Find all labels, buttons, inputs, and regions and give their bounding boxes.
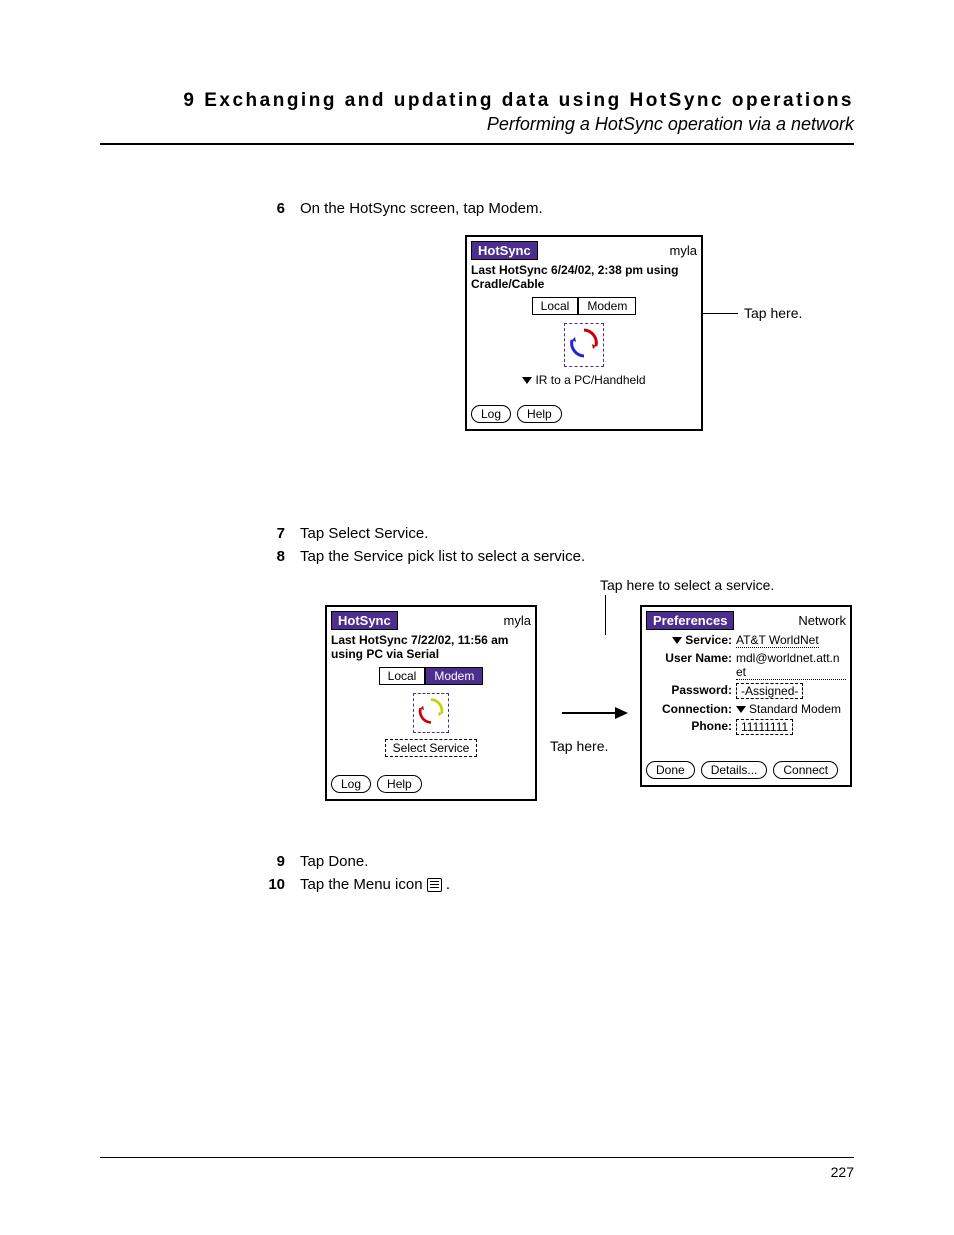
done-button[interactable]: Done — [646, 761, 695, 779]
annotation-select-service: Tap here to select a service. — [600, 577, 774, 593]
section-title: Performing a HotSync operation via a net… — [100, 114, 854, 135]
figure-2: Tap here to select a service. HotSync my… — [100, 583, 854, 823]
app-title: HotSync — [471, 241, 538, 260]
step-number: 6 — [255, 200, 285, 217]
tab-modem[interactable]: Modem — [425, 667, 483, 685]
app-title: HotSync — [331, 611, 398, 630]
hotsync-screen-2: HotSync myla Last HotSync 7/22/02, 11:56… — [325, 605, 537, 801]
annotation-tap-here: Tap here. — [744, 305, 802, 321]
page-header: 9 Exchanging and updating data using Hot… — [100, 90, 854, 145]
step-6: 6 On the HotSync screen, tap Modem. — [255, 200, 854, 217]
chapter-title: 9 Exchanging and updating data using Hot… — [100, 90, 854, 112]
step-text: On the HotSync screen, tap Modem. — [300, 200, 854, 217]
hotsync-icon[interactable] — [471, 323, 697, 367]
hotsync-screen-1: HotSync myla Last HotSync 6/24/02, 2:38 … — [465, 235, 703, 431]
arrow-icon — [560, 703, 630, 723]
callout-line — [605, 595, 606, 635]
user-name: myla — [504, 613, 531, 628]
tab-modem[interactable]: Modem — [578, 297, 636, 315]
sync-tabs: Local Modem — [331, 667, 531, 685]
service-picklist[interactable]: AT&T WorldNet — [736, 633, 819, 648]
connection-picklist[interactable]: IR to a PC/Handheld — [471, 373, 697, 387]
sync-tabs: Local Modem — [471, 297, 697, 315]
hotsync-icon[interactable] — [331, 693, 531, 733]
username-field[interactable]: mdl@worldnet.att.net — [736, 651, 846, 680]
help-button[interactable]: Help — [517, 405, 562, 423]
log-button[interactable]: Log — [471, 405, 511, 423]
username-row: User Name: mdl@worldnet.att.net — [646, 651, 846, 680]
phone-field[interactable]: 11111111 — [736, 719, 793, 735]
connection-row: Connection: Standard Modem — [646, 702, 846, 716]
status-text: Last HotSync 7/22/02, 11:56 am using PC … — [331, 633, 531, 661]
preferences-screen: Preferences Network Service: AT&T WorldN… — [640, 605, 852, 787]
connection-picklist[interactable]: Standard Modem — [736, 702, 841, 716]
category[interactable]: Network — [798, 613, 846, 628]
step-number: 9 — [255, 853, 285, 870]
app-title: Preferences — [646, 611, 734, 630]
details-button[interactable]: Details... — [701, 761, 768, 779]
tab-local[interactable]: Local — [379, 667, 426, 685]
step-8: 8 Tap the Service pick list to select a … — [255, 548, 854, 565]
log-button[interactable]: Log — [331, 775, 371, 793]
status-text: Last HotSync 6/24/02, 2:38 pm using Crad… — [471, 263, 697, 291]
tab-local[interactable]: Local — [532, 297, 579, 315]
step-number: 7 — [255, 525, 285, 542]
dropdown-icon — [672, 637, 682, 644]
password-field[interactable]: -Assigned- — [736, 683, 803, 699]
menu-icon — [427, 878, 442, 892]
step-text: Tap Select Service. — [300, 525, 854, 542]
step-9: 9 Tap Done. — [255, 853, 854, 870]
step-text: Tap the Service pick list to select a se… — [300, 548, 854, 565]
page-footer: 227 — [100, 1157, 854, 1180]
connect-button[interactable]: Connect — [773, 761, 838, 779]
phone-row: Phone: 11111111 — [646, 719, 846, 735]
dropdown-icon — [522, 377, 532, 384]
annotation-tap-here: Tap here. — [550, 738, 608, 754]
step-text: Tap the Menu icon . — [300, 876, 854, 893]
user-name: myla — [670, 243, 697, 258]
select-service-button[interactable]: Select Service — [385, 739, 478, 757]
step-text: Tap Done. — [300, 853, 854, 870]
help-button[interactable]: Help — [377, 775, 422, 793]
callout-line — [702, 313, 738, 314]
page-number: 227 — [831, 1164, 854, 1180]
step-number: 8 — [255, 548, 285, 565]
figure-1: HotSync myla Last HotSync 6/24/02, 2:38 … — [100, 235, 854, 495]
service-row: Service: AT&T WorldNet — [646, 633, 846, 648]
step-10: 10 Tap the Menu icon . — [255, 876, 854, 893]
dropdown-icon — [736, 706, 746, 713]
step-number: 10 — [255, 876, 285, 893]
step-7: 7 Tap Select Service. — [255, 525, 854, 542]
password-row: Password: -Assigned- — [646, 683, 846, 699]
